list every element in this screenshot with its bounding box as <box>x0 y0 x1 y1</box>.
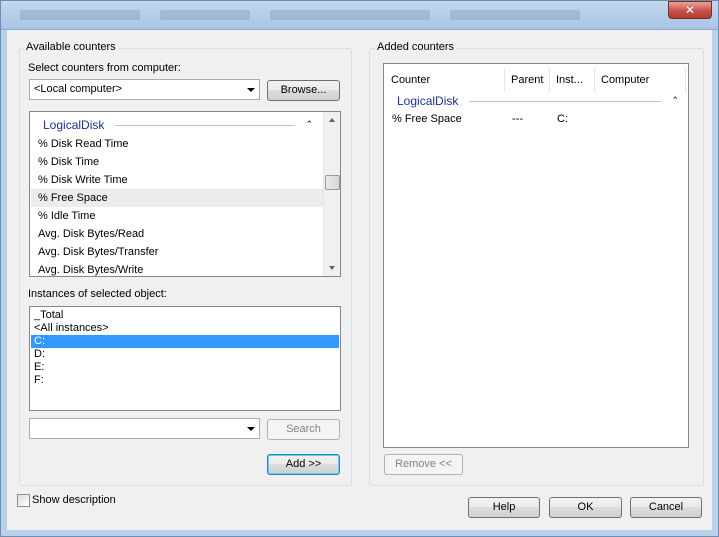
chevron-down-icon <box>247 427 255 431</box>
remove-button[interactable]: Remove << <box>384 454 463 475</box>
counter-item[interactable]: Avg. Disk Bytes/Write <box>31 261 324 276</box>
title-bar: ✕ <box>0 0 719 30</box>
added-counters-label: Added counters <box>375 41 457 54</box>
show-description-label[interactable]: Show description <box>32 494 116 507</box>
counter-item[interactable]: Avg. Disk Bytes/Transfer <box>31 243 324 261</box>
group-divider <box>115 125 295 126</box>
computer-combobox[interactable]: <Local computer> <box>29 79 260 100</box>
add-button[interactable]: Add >> <box>267 454 340 475</box>
added-row-parent: --- <box>512 113 523 125</box>
counter-item[interactable]: % Disk Read Time <box>31 135 324 153</box>
search-button[interactable]: Search <box>267 419 340 440</box>
instance-item[interactable]: <All instances> <box>31 322 339 335</box>
available-counters-label: Available counters <box>24 41 118 54</box>
collapse-icon[interactable]: ⌃ <box>305 119 313 130</box>
instances-label: Instances of selected object: <box>28 288 167 300</box>
browse-button[interactable]: Browse... <box>267 80 340 101</box>
close-icon: ✕ <box>684 3 696 17</box>
title-bar-blur <box>450 10 580 20</box>
column-header-row: Counter Parent Inst... Computer <box>385 65 687 92</box>
computer-value: <Local computer> <box>34 83 123 95</box>
counter-list[interactable]: LogicalDisk ⌃ % Disk Read Time % Disk Ti… <box>29 111 341 277</box>
counter-item[interactable]: % Disk Write Time <box>31 171 324 189</box>
counter-item[interactable]: % Disk Time <box>31 153 324 171</box>
title-bar-blur <box>270 10 430 20</box>
instance-item[interactable]: D: <box>31 348 339 361</box>
scroll-up-icon[interactable] <box>329 118 335 122</box>
object-group-header[interactable]: LogicalDisk ⌃ <box>37 118 317 132</box>
scroll-down-icon[interactable] <box>329 266 335 270</box>
column-header-parent[interactable]: Parent <box>505 68 550 92</box>
instances-list[interactable]: _Total <All instances> C: D: E: F: <box>29 306 341 411</box>
counter-list-scrollbar[interactable] <box>323 112 340 276</box>
collapse-icon[interactable]: ⌃ <box>671 95 679 106</box>
column-header-computer[interactable]: Computer <box>595 68 686 92</box>
search-combobox[interactable] <box>29 418 260 439</box>
select-computer-label: Select counters from computer: <box>28 62 181 74</box>
object-name: LogicalDisk <box>43 118 105 132</box>
added-row-instance: C: <box>557 113 568 125</box>
ok-button[interactable]: OK <box>549 497 622 518</box>
counter-item-selected[interactable]: % Free Space <box>31 189 324 207</box>
scroll-thumb[interactable] <box>325 175 340 190</box>
added-counters-list[interactable]: Counter Parent Inst... Computer LogicalD… <box>383 63 689 448</box>
instance-item-selected[interactable]: C: <box>31 335 339 348</box>
cancel-button[interactable]: Cancel <box>630 497 702 518</box>
column-header-counter[interactable]: Counter <box>385 68 505 92</box>
added-row-counter: % Free Space <box>392 113 462 125</box>
instance-item[interactable]: F: <box>31 374 339 387</box>
added-object-name: LogicalDisk <box>397 94 459 108</box>
help-button[interactable]: Help <box>468 497 540 518</box>
show-description-checkbox[interactable] <box>17 494 30 507</box>
counter-item[interactable]: Avg. Disk Bytes/Read <box>31 225 324 243</box>
title-bar-blur <box>160 10 250 20</box>
instance-item[interactable]: _Total <box>31 309 339 322</box>
counter-item[interactable]: % Idle Time <box>31 207 324 225</box>
chevron-down-icon <box>247 88 255 92</box>
close-button[interactable]: ✕ <box>668 1 712 19</box>
title-bar-blur <box>20 10 140 20</box>
group-divider <box>469 101 661 102</box>
added-object-group-header[interactable]: LogicalDisk ⌃ <box>391 94 683 108</box>
instance-item[interactable]: E: <box>31 361 339 374</box>
added-row[interactable]: % Free Space --- C: <box>385 112 687 128</box>
column-header-instance[interactable]: Inst... <box>550 68 595 92</box>
